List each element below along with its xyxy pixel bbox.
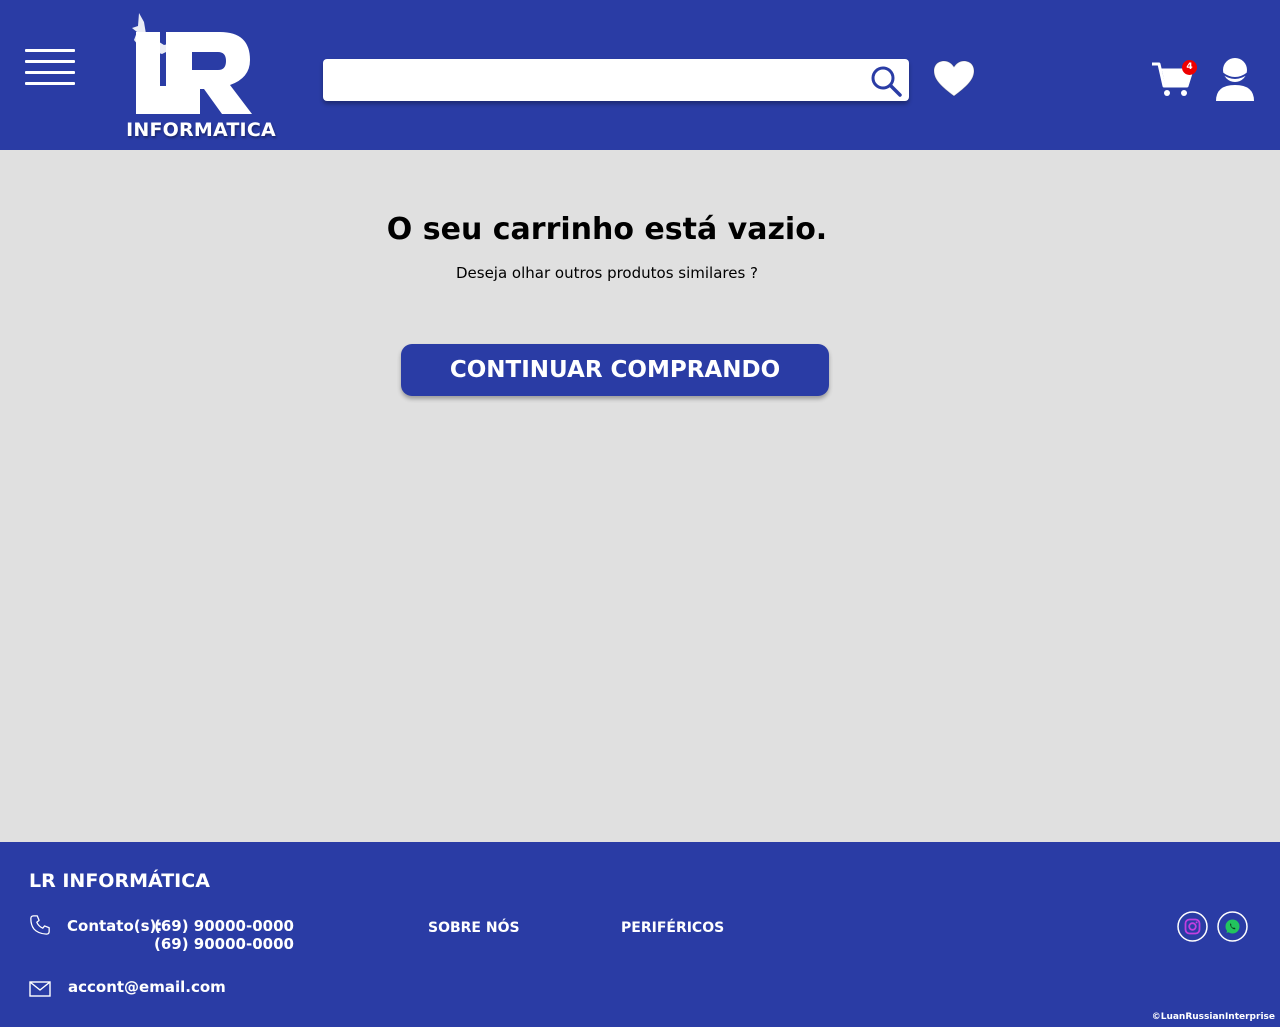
mail-icon: [29, 981, 51, 997]
logo-mark: LR: [132, 13, 252, 114]
search-icon[interactable]: [870, 65, 902, 97]
empty-cart-title: O seu carrinho está vazio.: [386, 212, 828, 247]
whatsapp-icon[interactable]: [1217, 911, 1248, 942]
heart-icon[interactable]: [933, 60, 975, 98]
search-input[interactable]: [333, 59, 867, 103]
copyright-text: ©LuanRussianInterprise: [1151, 1012, 1275, 1022]
phone-icon: [30, 915, 50, 935]
footer-brand: LR INFORMÁTICA: [29, 870, 210, 892]
site-footer: LR INFORMÁTICA Contato(s): (69) 90000-00…: [0, 842, 1280, 1027]
footer-link-peripherals[interactable]: PERIFÉRICOS: [621, 920, 724, 936]
contact-phone-1: (69) 90000-0000: [154, 917, 294, 935]
cart-count-badge: 4: [1182, 60, 1197, 75]
search-bar: [323, 59, 909, 103]
empty-cart-subtitle: Deseja olhar outros produtos similares ?: [455, 264, 759, 282]
hamburger-menu-icon[interactable]: [25, 49, 75, 85]
user-icon[interactable]: [1214, 57, 1256, 102]
logo[interactable]: LR INFORMATICA: [126, 12, 276, 147]
contact-email[interactable]: accont@email.com: [68, 978, 226, 996]
logo-text: INFORMATICA: [126, 119, 276, 141]
instagram-icon[interactable]: [1177, 911, 1208, 942]
contact-phone-2: (69) 90000-0000: [154, 935, 294, 953]
site-header: LR INFORMATICA 4: [0, 0, 1280, 150]
continue-shopping-button[interactable]: CONTINUAR COMPRANDO: [401, 344, 829, 396]
contact-label: Contato(s):: [67, 917, 163, 935]
footer-link-about[interactable]: SOBRE NÓS: [428, 920, 520, 936]
